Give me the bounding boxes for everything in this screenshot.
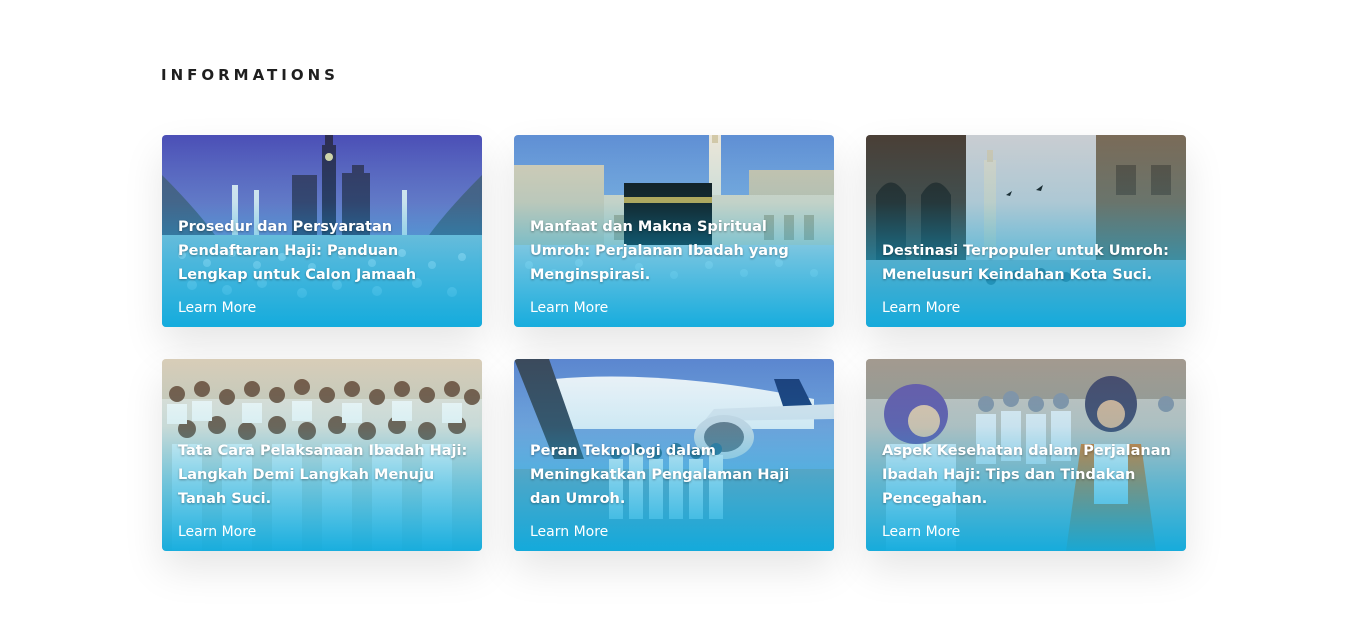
learn-more-link[interactable]: Learn More (882, 300, 960, 316)
info-card-4[interactable]: Tata Cara Pelaksanaan Ibadah Haji: Langk… (162, 359, 482, 551)
learn-more-link[interactable]: Learn More (530, 300, 608, 316)
learn-more-link[interactable]: Learn More (882, 524, 960, 540)
section-title: INFORMATIONS (161, 66, 339, 84)
card-title[interactable]: Destinasi Terpopuler untuk Umroh: Menelu… (882, 239, 1172, 287)
info-card-5[interactable]: Peran Teknologi dalam Meningkatkan Penga… (514, 359, 834, 551)
info-card-1[interactable]: Prosedur dan Persyaratan Pendaftaran Haj… (162, 135, 482, 327)
card-title[interactable]: Prosedur dan Persyaratan Pendaftaran Haj… (178, 215, 468, 287)
learn-more-link[interactable]: Learn More (178, 300, 256, 316)
info-card-3[interactable]: Destinasi Terpopuler untuk Umroh: Menelu… (866, 135, 1186, 327)
card-overlay (866, 135, 1186, 327)
learn-more-link[interactable]: Learn More (530, 524, 608, 540)
card-title[interactable]: Aspek Kesehatan dalam Perjalanan Ibadah … (882, 439, 1172, 511)
card-title[interactable]: Manfaat dan Makna Spiritual Umroh: Perja… (530, 215, 820, 287)
info-card-2[interactable]: Manfaat dan Makna Spiritual Umroh: Perja… (514, 135, 834, 327)
card-title[interactable]: Tata Cara Pelaksanaan Ibadah Haji: Langk… (178, 439, 468, 511)
info-card-6[interactable]: Aspek Kesehatan dalam Perjalanan Ibadah … (866, 359, 1186, 551)
learn-more-link[interactable]: Learn More (178, 524, 256, 540)
card-title[interactable]: Peran Teknologi dalam Meningkatkan Penga… (530, 439, 820, 511)
